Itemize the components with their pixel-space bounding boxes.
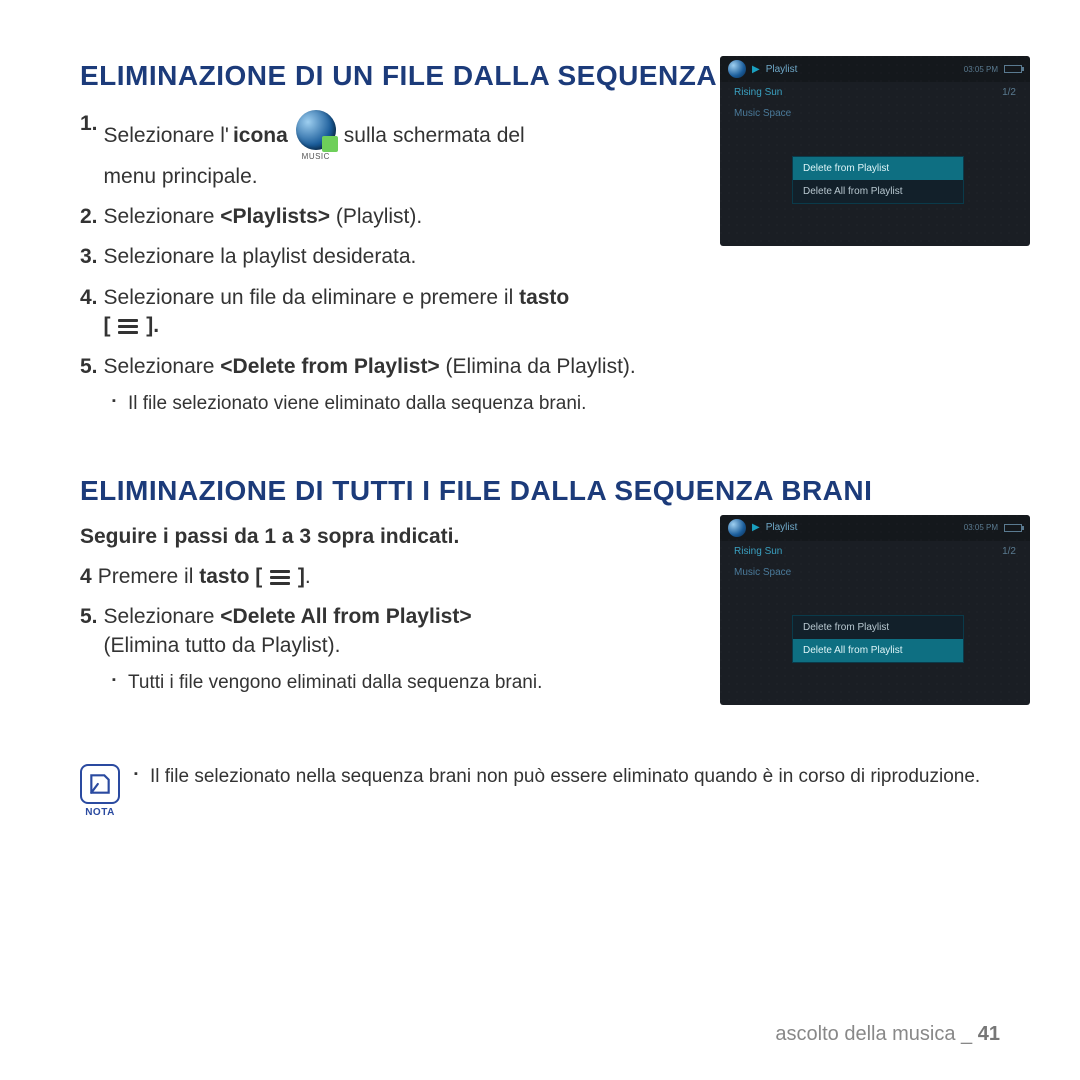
footer-section: ascolto della musica _: [775, 1023, 972, 1045]
text-bold: <Delete from Playlist>: [220, 355, 439, 378]
note-icon: [80, 764, 120, 804]
text: (Elimina tutto da Playlist).: [104, 634, 341, 657]
device-row-1: Rising Sun 1/2: [720, 82, 1030, 103]
step-number: 4: [80, 563, 92, 591]
text: Selezionare: [104, 205, 221, 228]
page-number: 41: [978, 1023, 1000, 1045]
text: Premere il: [98, 565, 200, 588]
device-screenshot-1: ▶ Playlist 03:05 PM Rising Sun 1/2 Music…: [720, 56, 1030, 246]
text-bold: icona: [233, 122, 288, 150]
device-screenshot-2: ▶ Playlist 03:05 PM Rising Sun 1/2 Music…: [720, 515, 1030, 705]
step-4: 4. Selezionare un file da eliminare e pr…: [80, 284, 660, 341]
text-bold: tasto [: [199, 565, 262, 588]
device-time: 03:05 PM: [964, 523, 998, 532]
arrow-icon: ▶: [752, 522, 760, 533]
text-bold: [: [104, 314, 111, 337]
heading-2: ELIMINAZIONE DI TUTTI I FILE DALLA SEQUE…: [80, 475, 1010, 507]
device-context-menu: Delete from Playlist Delete All from Pla…: [792, 615, 964, 663]
step-4b: 4 Premere il tasto [ ].: [80, 563, 660, 591]
text-bold: <Delete All from Playlist>: [220, 605, 471, 628]
step-5-sub: Il file selezionato viene eliminato dall…: [112, 393, 660, 415]
device-row-1: Rising Sun 1/2: [720, 541, 1030, 562]
step-number: 1.: [80, 110, 98, 138]
note-block: NOTA Il file selezionato nella sequenza …: [80, 764, 1010, 818]
text: Selezionare la playlist desiderata.: [104, 243, 660, 271]
menu-item-delete: Delete from Playlist: [793, 616, 963, 639]
step-number: 2.: [80, 203, 98, 231]
text-bold: tasto: [519, 286, 569, 309]
text-bold: <Playlists>: [220, 205, 330, 228]
text: (Elimina da Playlist).: [440, 355, 636, 378]
device-row-2: Music Space: [720, 562, 1030, 583]
battery-icon: [1004, 524, 1022, 532]
device-count: 1/2: [1002, 546, 1016, 557]
step-1: 1. Selezionare l'icona MUSIC sulla scher…: [80, 110, 660, 191]
device-count: 1/2: [1002, 87, 1016, 98]
step-number: 4.: [80, 284, 98, 312]
step-number: 5.: [80, 603, 98, 631]
text-bold: ]: [298, 565, 305, 588]
text: Selezionare: [104, 605, 221, 628]
device-header: ▶ Playlist 03:05 PM: [720, 56, 1030, 82]
device-music-icon: [728, 519, 746, 537]
device-row-label: Rising Sun: [734, 546, 782, 557]
device-row-2: Music Space: [720, 103, 1030, 124]
device-title: Playlist: [766, 522, 798, 533]
steps-2: Seguire i passi da 1 a 3 sopra indicati.…: [80, 525, 660, 694]
step-5b: 5. Selezionare <Delete All from Playlist…: [80, 603, 660, 660]
battery-icon: [1004, 65, 1022, 73]
step-2: 2. Selezionare <Playlists> (Playlist).: [80, 203, 660, 231]
note-label: NOTA: [85, 807, 115, 818]
text: sulla schermata del: [344, 122, 525, 150]
step-3: 3. Selezionare la playlist desiderata.: [80, 243, 660, 271]
text: .: [305, 565, 311, 588]
menu-button-icon: [118, 317, 138, 336]
note-text: Il file selezionato nella sequenza brani…: [134, 764, 980, 790]
steps-1: 1. Selezionare l'icona MUSIC sulla scher…: [80, 110, 660, 415]
music-icon-label: MUSIC: [302, 152, 330, 163]
text: (Playlist).: [330, 205, 422, 228]
section-delete-one-file: ELIMINAZIONE DI UN FILE DALLA SEQUENZA B…: [80, 60, 1010, 415]
device-header: ▶ Playlist 03:05 PM: [720, 515, 1030, 541]
device-time: 03:05 PM: [964, 65, 998, 74]
device-context-menu: Delete from Playlist Delete All from Pla…: [792, 156, 964, 204]
menu-item-delete-all: Delete All from Playlist: [793, 180, 963, 203]
text: Selezionare l': [104, 122, 229, 150]
text: Selezionare un file da eliminare e preme…: [104, 286, 520, 309]
page-footer: ascolto della musica _ 41: [775, 1023, 1000, 1046]
step-number: 5.: [80, 353, 98, 381]
menu-item-delete-all: Delete All from Playlist: [793, 639, 963, 662]
music-icon: MUSIC: [296, 110, 336, 163]
step-number: 3.: [80, 243, 98, 271]
device-title: Playlist: [766, 64, 798, 75]
text: Selezionare: [104, 355, 221, 378]
section-delete-all-files: ELIMINAZIONE DI TUTTI I FILE DALLA SEQUE…: [80, 475, 1010, 694]
device-music-icon: [728, 60, 746, 78]
menu-item-delete: Delete from Playlist: [793, 157, 963, 180]
device-row-label: Rising Sun: [734, 87, 782, 98]
step-5: 5. Selezionare <Delete from Playlist> (E…: [80, 353, 660, 381]
text: menu principale.: [104, 165, 258, 188]
menu-button-icon: [270, 568, 290, 587]
step-5b-sub: Tutti i file vengono eliminati dalla seq…: [112, 672, 660, 694]
arrow-icon: ▶: [752, 64, 760, 75]
intro-text: Seguire i passi da 1 a 3 sopra indicati.: [80, 525, 660, 549]
text-bold: ].: [146, 314, 159, 337]
note-icon-wrap: NOTA: [80, 764, 120, 818]
